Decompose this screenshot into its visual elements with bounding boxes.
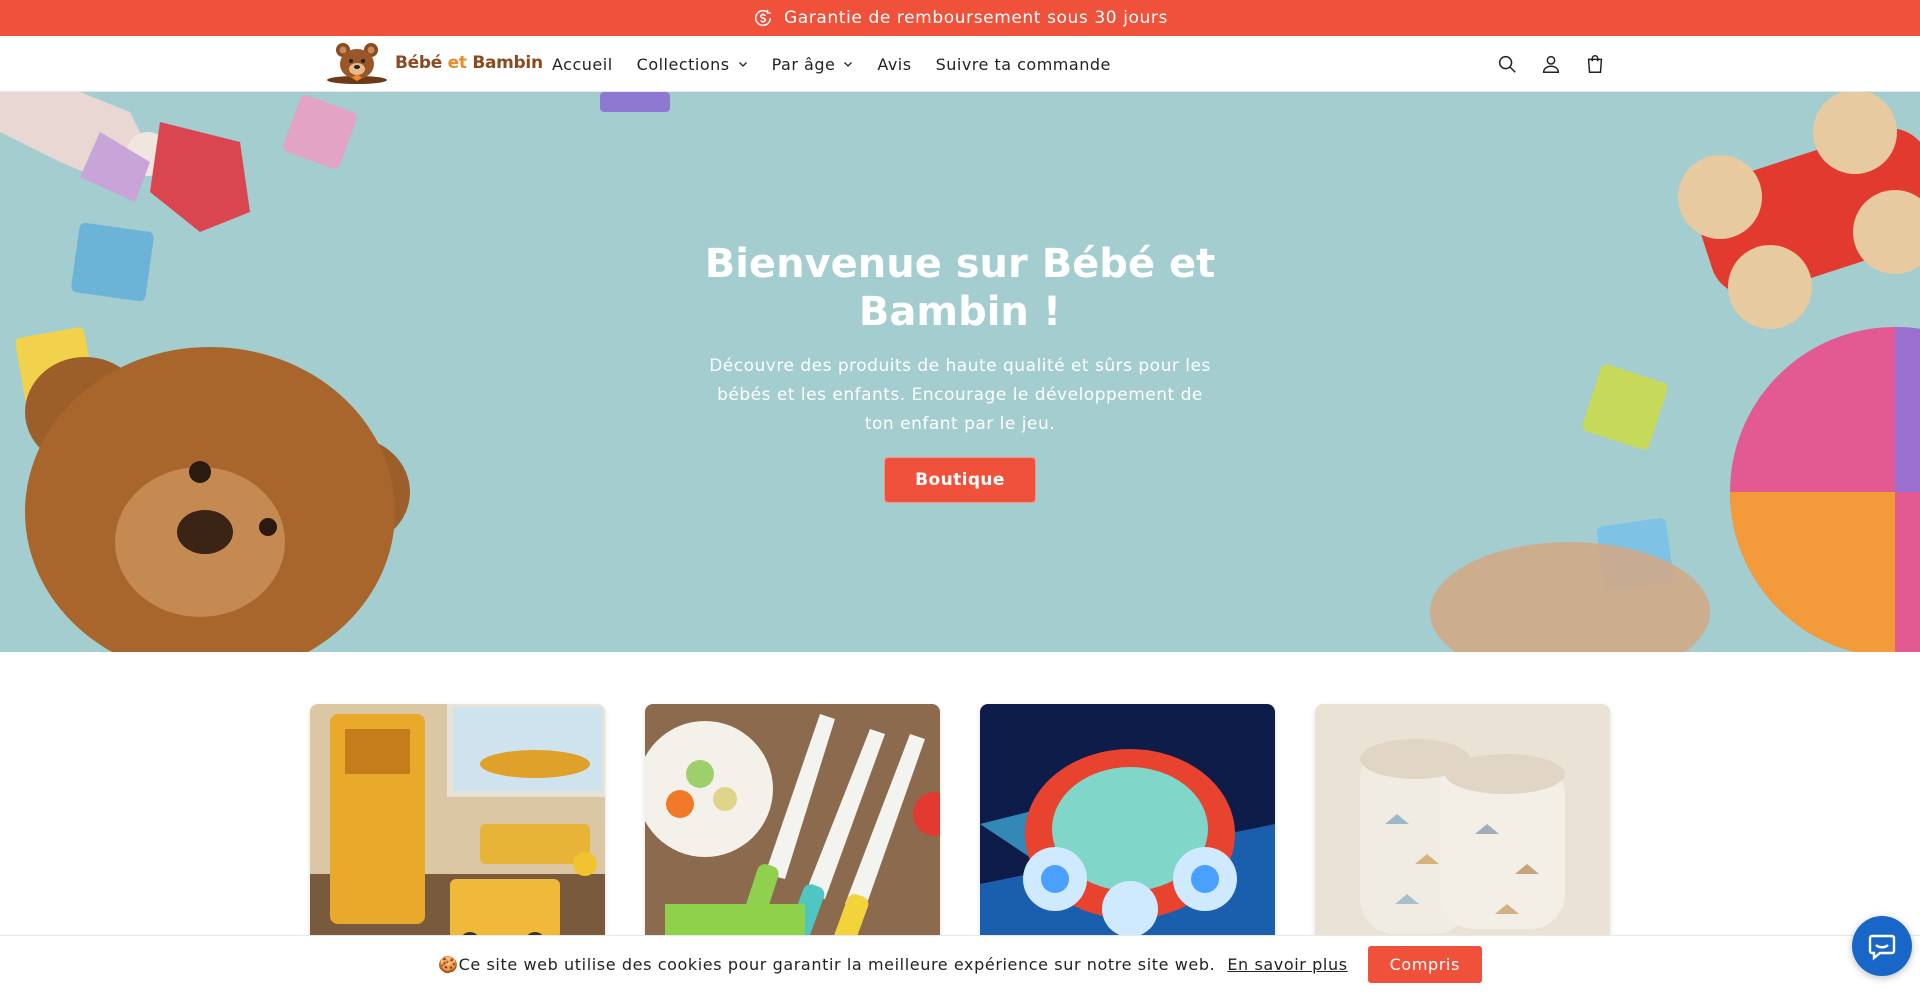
hero-title: Bienvenue sur Bébé et Bambin ! [704, 241, 1216, 335]
shop-button[interactable]: Boutique [884, 457, 1036, 503]
search-icon[interactable] [1496, 53, 1518, 75]
nav-item-avis[interactable]: Avis [877, 55, 911, 74]
site-header: Bébé et Bambin Accueil Collections Par â… [0, 36, 1920, 92]
nav-item-suivre-commande[interactable]: Suivre ta commande [936, 55, 1111, 74]
kids-knives-image [645, 704, 940, 954]
chat-icon [1868, 934, 1896, 961]
hero-content: Bienvenue sur Bébé et Bambin ! Découvre … [700, 240, 1220, 503]
nav-item-collections[interactable]: Collections [637, 55, 748, 74]
product-card[interactable] [980, 704, 1275, 954]
teddy-bear-logo-icon [327, 43, 387, 84]
account-icon[interactable] [1540, 53, 1562, 75]
money-back-icon [755, 9, 772, 27]
cookie-banner: 🍪Ce site web utilise des cookies pour ga… [0, 935, 1920, 993]
cookie-icon: 🍪 [438, 955, 459, 974]
logo-text: Bébé et Bambin [395, 53, 543, 73]
learn-more-link[interactable]: En savoir plus [1227, 955, 1347, 974]
construction-toys-image [310, 704, 605, 954]
product-card[interactable] [1315, 704, 1610, 954]
product-grid [310, 704, 1610, 954]
main-nav: Accueil Collections Par âge Avis Suivre … [552, 36, 1111, 92]
nav-item-accueil[interactable]: Accueil [552, 55, 613, 74]
chat-button[interactable] [1852, 916, 1912, 976]
cart-icon[interactable] [1584, 53, 1606, 75]
nav-item-par-age[interactable]: Par âge [772, 55, 854, 74]
announcement-text: Garantie de remboursement sous 30 jours [784, 8, 1168, 28]
header-actions [1496, 36, 1606, 92]
product-card[interactable] [310, 704, 605, 954]
accept-cookies-button[interactable]: Compris [1367, 946, 1482, 983]
hero-banner: Bienvenue sur Bébé et Bambin ! Découvre … [0, 92, 1920, 652]
hero-description: Découvre des produits de haute qualité e… [709, 356, 1211, 434]
chevron-down-icon [738, 62, 747, 67]
baby-booties-image [1315, 704, 1610, 954]
cookie-text: 🍪Ce site web utilise des cookies pour ga… [438, 955, 1216, 974]
site-logo[interactable]: Bébé et Bambin [325, 40, 543, 86]
product-card[interactable] [645, 704, 940, 954]
chevron-down-icon [844, 62, 853, 67]
announcement-bar: Garantie de remboursement sous 30 jours [0, 0, 1920, 36]
stunt-car-image [980, 704, 1275, 954]
